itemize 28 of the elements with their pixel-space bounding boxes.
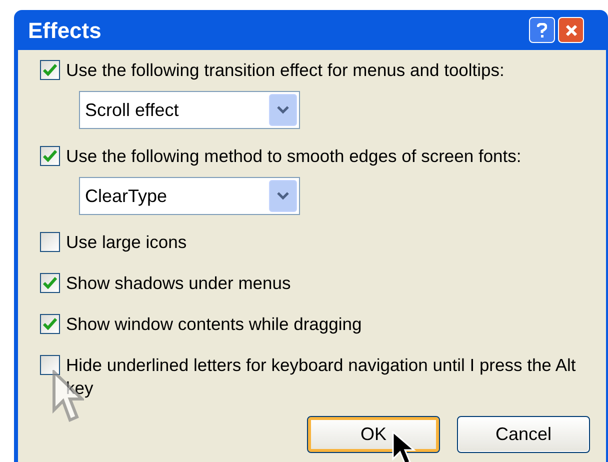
checkbox-label: Show window contents while dragging (66, 313, 362, 336)
dropdown-arrow-button[interactable] (269, 180, 297, 212)
checkbox[interactable] (40, 314, 60, 334)
checkbox-label: Show shadows under menus (66, 272, 291, 295)
checkbox-label: Use the following method to smooth edges of screen fonts: (66, 145, 522, 168)
chevron-down-icon (277, 106, 289, 114)
help-button[interactable] (529, 17, 555, 43)
dropdown[interactable]: ClearType (79, 177, 300, 215)
dialog-button[interactable]: Cancel (457, 416, 590, 453)
checkbox-label: Use large icons (66, 231, 187, 254)
close-button[interactable] (558, 17, 584, 43)
checkbox-label: Use the following transition effect for menus and tooltips: (66, 59, 504, 82)
close-icon (564, 24, 578, 36)
window-title: Effects (28, 16, 102, 44)
checkbox[interactable] (40, 146, 60, 166)
pointer-icon (392, 431, 418, 462)
dropdown-value: ClearType (85, 184, 168, 208)
checkbox[interactable] (40, 273, 60, 293)
checkbox[interactable] (40, 60, 60, 80)
dropdown-arrow-button[interactable] (269, 94, 297, 126)
checkbox[interactable] (40, 232, 60, 252)
checkbox-label: Hide underlined letters for keyboard navigation until I press the Alt key (66, 354, 577, 400)
chevron-down-icon (277, 192, 289, 200)
help-icon (537, 22, 547, 38)
dropdown-value: Scroll effect (85, 98, 179, 122)
dialog-button[interactable]: OK (307, 416, 440, 453)
dropdown[interactable]: Scroll effect (79, 91, 300, 129)
checkbox[interactable] (40, 355, 60, 375)
